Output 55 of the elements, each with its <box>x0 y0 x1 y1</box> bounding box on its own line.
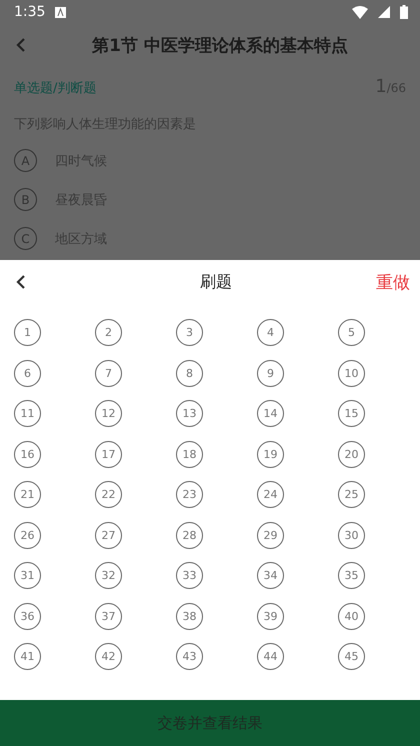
question-number[interactable]: 12 <box>95 400 122 427</box>
question-number[interactable]: 37 <box>95 602 122 630</box>
question-number[interactable]: 34 <box>257 562 284 589</box>
question-number[interactable]: 31 <box>14 562 41 589</box>
question-number[interactable]: 32 <box>95 562 122 589</box>
question-number[interactable]: 28 <box>176 522 203 548</box>
signal-icon <box>378 6 390 18</box>
question-number[interactable]: 7 <box>95 360 122 386</box>
question-number[interactable]: 27 <box>95 522 122 548</box>
question-number[interactable]: 26 <box>14 522 41 548</box>
question-number[interactable]: 1 <box>14 319 41 346</box>
wifi-icon <box>352 6 368 18</box>
page-title: 第1节 中医学理论体系的基本特点 <box>91 34 349 56</box>
question-number[interactable]: 39 <box>257 602 284 630</box>
question-number[interactable]: 15 <box>338 400 365 427</box>
question-number[interactable]: 9 <box>257 360 284 386</box>
question-number[interactable]: 16 <box>14 440 41 468</box>
question-number[interactable]: 5 <box>338 319 365 346</box>
question-number[interactable]: 10 <box>338 360 365 386</box>
question-number[interactable]: 21 <box>14 481 41 508</box>
question-number[interactable]: 36 <box>14 602 41 630</box>
question-number[interactable]: 25 <box>338 481 365 508</box>
question-number[interactable]: 6 <box>14 360 41 386</box>
question-number[interactable]: 40 <box>338 602 365 630</box>
question-number[interactable]: 2 <box>95 319 122 346</box>
question-number[interactable]: 22 <box>95 481 122 508</box>
question-number[interactable]: 18 <box>176 440 203 468</box>
question-number[interactable]: 43 <box>176 643 203 670</box>
back-icon[interactable] <box>16 274 26 290</box>
notification-icon <box>55 6 66 18</box>
redo-button[interactable]: 重做 <box>376 270 410 294</box>
question-number[interactable]: 29 <box>257 522 284 548</box>
question-number[interactable]: 13 <box>176 400 203 427</box>
question-number[interactable]: 33 <box>176 562 203 589</box>
question-type: 单选题/判断题 <box>14 80 96 97</box>
status-time: 1:35 <box>14 4 46 20</box>
question-number[interactable]: 24 <box>257 481 284 508</box>
question-number[interactable]: 3 <box>176 319 203 346</box>
question-number[interactable]: 4 <box>257 319 284 346</box>
question-number[interactable]: 8 <box>176 360 203 386</box>
question-number[interactable]: 45 <box>338 643 365 670</box>
battery-icon <box>400 5 408 19</box>
question-number[interactable]: 20 <box>338 440 365 468</box>
question-number[interactable]: 11 <box>14 400 41 427</box>
question-number[interactable]: 44 <box>257 643 284 670</box>
question-number[interactable]: 42 <box>95 643 122 670</box>
sheet-title: 刷题 <box>199 272 233 292</box>
question-number[interactable]: 38 <box>176 602 203 630</box>
question-number[interactable]: 30 <box>338 522 365 548</box>
question-number[interactable]: 41 <box>14 643 41 670</box>
question-number[interactable]: 14 <box>257 400 284 427</box>
question-number[interactable]: 17 <box>95 440 122 468</box>
question-number[interactable]: 35 <box>338 562 365 589</box>
question-number[interactable]: 19 <box>257 440 284 468</box>
question-number[interactable]: 23 <box>176 481 203 508</box>
